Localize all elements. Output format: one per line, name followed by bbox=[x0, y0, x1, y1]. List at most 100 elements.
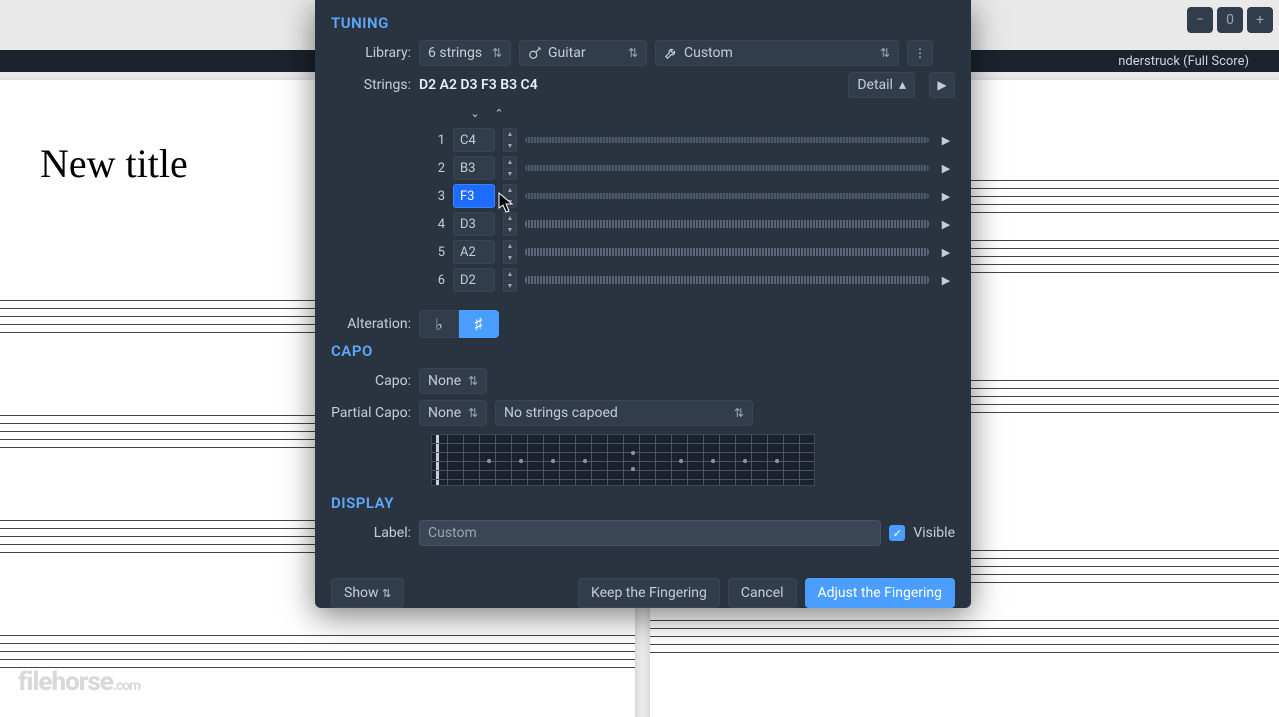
string-row-5: 5 A2 ▲ ▼ ▶ bbox=[331, 238, 955, 266]
string-note-input[interactable]: D3 bbox=[453, 212, 495, 236]
step-down-icon[interactable]: ▼ bbox=[503, 168, 517, 181]
kebab-icon: ⋮ bbox=[914, 46, 926, 60]
tuning-heading: TUNING bbox=[331, 14, 955, 32]
step-up-icon[interactable]: ▲ bbox=[503, 128, 517, 140]
tab-title-right[interactable]: nderstruck (Full Score) bbox=[1118, 54, 1249, 69]
chevron-updown-icon: ⇅ bbox=[734, 406, 744, 420]
partial-capo-row: Partial Capo: None ⇅ No strings capoed ⇅ bbox=[331, 400, 955, 426]
note-stepper[interactable]: ▲ ▼ bbox=[503, 240, 517, 264]
step-up-icon[interactable]: ▲ bbox=[503, 184, 517, 196]
zoom-plus-button[interactable]: + bbox=[1247, 7, 1273, 33]
display-label-row: Label: Custom ✓ Visible bbox=[331, 520, 955, 546]
transpose-buttons: ⌄ ⌃ bbox=[465, 104, 955, 122]
play-string-button[interactable]: ▶ bbox=[937, 243, 955, 261]
step-up-icon[interactable]: ▲ bbox=[503, 268, 517, 280]
note-stepper[interactable]: ▲ ▼ bbox=[503, 156, 517, 180]
check-icon: ✓ bbox=[893, 527, 902, 540]
chevron-updown-icon: ⇅ bbox=[880, 46, 890, 60]
partial-capo-strings-select[interactable]: No strings capoed ⇅ bbox=[495, 400, 753, 426]
flat-button[interactable]: ♭ bbox=[419, 310, 459, 338]
string-number: 1 bbox=[435, 133, 445, 148]
note-stepper[interactable]: ▲ ▼ bbox=[503, 184, 517, 208]
tuning-dialog: TUNING Library: 6 strings ⇅ Guitar ⇅ Cus… bbox=[315, 0, 971, 608]
string-note-input[interactable]: F3 bbox=[453, 184, 495, 208]
chevron-updown-icon: ⇅ bbox=[468, 374, 478, 388]
step-down-icon[interactable]: ▼ bbox=[503, 196, 517, 209]
capo-label: Capo: bbox=[331, 373, 411, 389]
step-up-icon[interactable]: ▲ bbox=[503, 212, 517, 224]
transpose-up-button[interactable]: ⌃ bbox=[489, 104, 509, 122]
note-stepper[interactable]: ▲ ▼ bbox=[503, 268, 517, 292]
string-number: 3 bbox=[435, 189, 445, 204]
show-menu-button[interactable]: Show ⇅ bbox=[331, 578, 404, 608]
capo-value: None bbox=[428, 373, 461, 389]
visible-checkbox[interactable]: ✓ bbox=[889, 525, 905, 541]
note-stepper[interactable]: ▲ ▼ bbox=[503, 128, 517, 152]
play-all-button[interactable]: ▶ bbox=[929, 72, 955, 98]
string-number: 4 bbox=[435, 217, 445, 232]
capo-select[interactable]: None ⇅ bbox=[419, 368, 487, 394]
sharp-button[interactable]: ♯ bbox=[459, 310, 499, 338]
step-down-icon[interactable]: ▼ bbox=[503, 224, 517, 237]
instrument-value: Guitar bbox=[548, 45, 586, 61]
play-string-button[interactable]: ▶ bbox=[937, 271, 955, 289]
display-heading: DISPLAY bbox=[331, 494, 955, 512]
strings-label: Strings: bbox=[331, 77, 411, 93]
partial-capo-select[interactable]: None ⇅ bbox=[419, 400, 487, 426]
string-number: 6 bbox=[435, 273, 445, 288]
zoom-minus-button[interactable]: − bbox=[1187, 7, 1213, 33]
chevron-down-icon: ⌄ bbox=[470, 107, 479, 120]
note-stepper[interactable]: ▲ ▼ bbox=[503, 212, 517, 236]
chevron-updown-icon: ⇅ bbox=[628, 46, 638, 60]
string-wave bbox=[525, 137, 929, 143]
string-wave bbox=[525, 276, 929, 284]
chevron-updown-icon: ⇅ bbox=[382, 587, 391, 600]
alteration-row: Alteration: ♭ ♯ bbox=[331, 310, 955, 338]
wrench-icon bbox=[664, 46, 678, 60]
string-count-value: 6 strings bbox=[428, 45, 482, 61]
instrument-select[interactable]: Guitar ⇅ bbox=[519, 40, 647, 66]
tuning-preset-select[interactable]: Custom ⇅ bbox=[655, 40, 899, 66]
toolbar-fragment: − 0 + bbox=[1187, 6, 1273, 34]
step-down-icon[interactable]: ▼ bbox=[503, 252, 517, 265]
capo-heading: CAPO bbox=[331, 342, 955, 360]
string-wave bbox=[525, 248, 929, 256]
string-number: 5 bbox=[435, 245, 445, 260]
partial-capo-label: Partial Capo: bbox=[331, 405, 411, 421]
step-up-icon[interactable]: ▲ bbox=[503, 156, 517, 168]
string-number: 2 bbox=[435, 161, 445, 176]
string-note-input[interactable]: B3 bbox=[453, 156, 495, 180]
chevron-updown-icon: ⇅ bbox=[468, 406, 478, 420]
fretboard-diagram[interactable] bbox=[431, 434, 815, 486]
display-label-input[interactable]: Custom bbox=[419, 520, 881, 546]
step-down-icon[interactable]: ▼ bbox=[503, 140, 517, 153]
alteration-toggle: ♭ ♯ bbox=[419, 310, 499, 338]
string-row-6: 6 D2 ▲ ▼ ▶ bbox=[331, 266, 955, 294]
more-options-button[interactable]: ⋮ bbox=[907, 40, 933, 66]
string-note-input[interactable]: A2 bbox=[453, 240, 495, 264]
step-up-icon[interactable]: ▲ bbox=[503, 240, 517, 252]
string-note-input[interactable]: C4 bbox=[453, 128, 495, 152]
visible-label: Visible bbox=[913, 525, 955, 541]
keep-fingering-button[interactable]: Keep the Fingering bbox=[578, 578, 720, 608]
library-row: Library: 6 strings ⇅ Guitar ⇅ Custom ⇅ ⋮ bbox=[331, 40, 955, 66]
score-title: New title bbox=[40, 140, 188, 187]
strings-summary: D2 A2 D3 F3 B3 C4 bbox=[419, 77, 538, 93]
adjust-fingering-button[interactable]: Adjust the Fingering bbox=[805, 578, 955, 608]
string-wave bbox=[525, 220, 929, 228]
play-icon: ▶ bbox=[937, 78, 946, 92]
string-note-input[interactable]: D2 bbox=[453, 268, 495, 292]
play-string-button[interactable]: ▶ bbox=[937, 215, 955, 233]
transpose-down-button[interactable]: ⌄ bbox=[465, 104, 485, 122]
string-count-select[interactable]: 6 strings ⇅ bbox=[419, 40, 511, 66]
play-string-button[interactable]: ▶ bbox=[937, 131, 955, 149]
play-string-button[interactable]: ▶ bbox=[937, 187, 955, 205]
cancel-button[interactable]: Cancel bbox=[728, 578, 797, 608]
string-row-4: 4 D3 ▲ ▼ ▶ bbox=[331, 210, 955, 238]
string-wave bbox=[525, 193, 929, 199]
chevron-updown-icon: ⇅ bbox=[492, 46, 502, 60]
alteration-label: Alteration: bbox=[331, 316, 411, 332]
detail-toggle-button[interactable]: Detail ▴ bbox=[848, 72, 915, 98]
play-string-button[interactable]: ▶ bbox=[937, 159, 955, 177]
step-down-icon[interactable]: ▼ bbox=[503, 280, 517, 293]
